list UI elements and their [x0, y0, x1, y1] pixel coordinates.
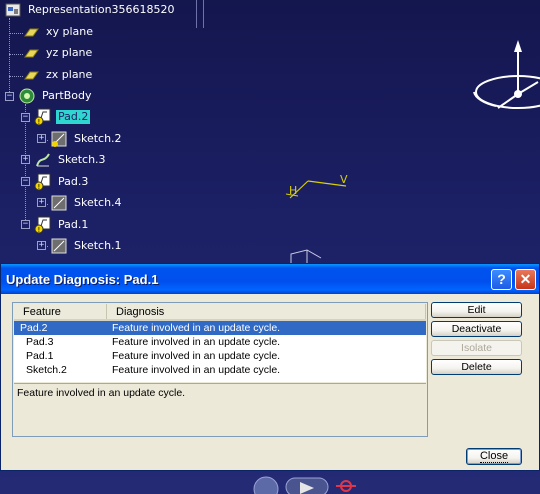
tree-item-yz-plane[interactable]: yz plane	[22, 44, 94, 62]
collapse-toggle[interactable]: −	[21, 220, 30, 229]
deactivate-button[interactable]: Deactivate	[431, 321, 522, 337]
tree-item-label: Sketch.1	[74, 239, 122, 252]
delete-button[interactable]: Delete	[431, 359, 522, 375]
compass-icon[interactable]	[470, 34, 540, 116]
pad-warning-icon: !	[34, 173, 52, 191]
tree-item-pad1[interactable]: ! Pad.1	[34, 216, 90, 234]
row-diagnosis: Feature involved in an update cycle.	[112, 350, 281, 362]
svg-text:!: !	[38, 183, 41, 191]
tree-item-label: PartBody	[42, 89, 92, 102]
row-diagnosis: Feature involved in an update cycle.	[112, 364, 281, 376]
sketch-icon	[50, 194, 68, 212]
svg-text:!: !	[38, 118, 41, 126]
svg-text:!: !	[38, 226, 41, 234]
column-header-feature[interactable]: Feature	[14, 304, 107, 319]
expand-toggle[interactable]: +	[37, 134, 46, 143]
table-header: Feature Diagnosis	[14, 304, 426, 321]
edit-button[interactable]: Edit	[431, 302, 522, 318]
close-button[interactable]: Close	[466, 448, 522, 465]
pad-warning-icon: !	[34, 216, 52, 234]
row-feature: Pad.2	[20, 322, 48, 334]
axis-label-h: H	[289, 184, 298, 197]
table-row[interactable]: Sketch.2 Feature involved in an update c…	[14, 363, 426, 377]
bottom-toolbar	[253, 476, 356, 494]
help-button[interactable]: ?	[491, 268, 512, 290]
axis-label-v: V	[340, 173, 348, 186]
wireframe-shape	[290, 249, 322, 263]
row-feature: Pad.3	[26, 336, 54, 348]
partbody-icon	[18, 87, 36, 105]
update-diagnosis-dialog: Update Diagnosis: Pad.1 ? ✕ Feature Diag…	[0, 263, 540, 471]
tree-connector	[9, 76, 23, 77]
tree-connector	[9, 18, 10, 98]
row-feature: Pad.1	[26, 350, 54, 362]
panel-divider	[203, 0, 204, 28]
row-diagnosis: Feature involved in an update cycle.	[112, 336, 281, 348]
tree-item-label: xy plane	[46, 25, 94, 38]
sketch-icon	[34, 151, 52, 169]
table-row[interactable]: Pad.2 Feature involved in an update cycl…	[14, 321, 426, 335]
tree-item-partbody[interactable]: PartBody	[18, 87, 93, 105]
plane-icon	[22, 44, 40, 62]
expand-toggle[interactable]: +	[37, 241, 46, 250]
dialog-titlebar[interactable]: Update Diagnosis: Pad.1 ? ✕	[1, 264, 539, 294]
tree-item-sketch1[interactable]: Sketch.1	[50, 237, 124, 255]
tree-item-label: Sketch.2	[74, 132, 122, 145]
table-row[interactable]: Pad.3 Feature involved in an update cycl…	[14, 335, 426, 349]
close-button-label: Close	[479, 450, 509, 463]
tree-item-label: Pad.3	[58, 175, 89, 188]
sketch-icon	[50, 237, 68, 255]
tree-root[interactable]: Representation356618520	[4, 1, 177, 19]
collapse-toggle[interactable]: −	[21, 113, 30, 122]
row-diagnosis: Feature involved in an update cycle.	[112, 322, 281, 334]
tree-item-zx-plane[interactable]: zx plane	[22, 66, 94, 84]
plane-icon	[22, 66, 40, 84]
pad-warning-icon: !	[34, 108, 52, 126]
collapse-toggle[interactable]: −	[5, 92, 14, 101]
tree-connector	[9, 54, 23, 55]
tree-root-label: Representation356618520	[28, 3, 175, 16]
diagnosis-message: Feature involved in an update cycle.	[14, 383, 426, 435]
product-icon	[4, 1, 22, 19]
expand-toggle[interactable]: +	[21, 155, 30, 164]
isolate-button: Isolate	[431, 340, 522, 356]
tree-item-label: Sketch.4	[74, 196, 122, 209]
plane-icon	[22, 23, 40, 41]
expand-toggle[interactable]: +	[37, 198, 46, 207]
tree-item-xy-plane[interactable]: xy plane	[22, 23, 95, 41]
tree-item-label: Pad.2	[56, 110, 91, 124]
collapse-toggle[interactable]: −	[21, 177, 30, 186]
tree-connector	[9, 33, 23, 34]
tree-item-sketch3[interactable]: Sketch.3	[34, 151, 108, 169]
dialog-title: Update Diagnosis: Pad.1	[6, 271, 159, 287]
tree-item-label: zx plane	[46, 68, 93, 81]
column-header-diagnosis[interactable]: Diagnosis	[107, 304, 426, 319]
row-feature: Sketch.2	[26, 364, 67, 376]
tree-item-sketch4[interactable]: Sketch.4	[50, 194, 124, 212]
panel-divider	[196, 0, 197, 28]
tree-connector	[25, 104, 26, 228]
tree-item-pad2[interactable]: ! Pad.2	[34, 108, 91, 126]
table-row[interactable]: Pad.1 Feature involved in an update cycl…	[14, 349, 426, 363]
close-icon[interactable]: ✕	[515, 268, 536, 290]
tree-item-label: Pad.1	[58, 218, 89, 231]
tree-item-sketch2[interactable]: Sketch.2	[50, 130, 124, 148]
diagnosis-panel: Feature Diagnosis Pad.2 Feature involved…	[12, 302, 428, 437]
tree-item-label: yz plane	[46, 46, 93, 59]
sketch-warning-icon	[50, 130, 68, 148]
diagnosis-table: Feature Diagnosis Pad.2 Feature involved…	[14, 304, 426, 382]
tree-item-label: Sketch.3	[58, 153, 106, 166]
tree-item-pad3[interactable]: ! Pad.3	[34, 173, 90, 191]
